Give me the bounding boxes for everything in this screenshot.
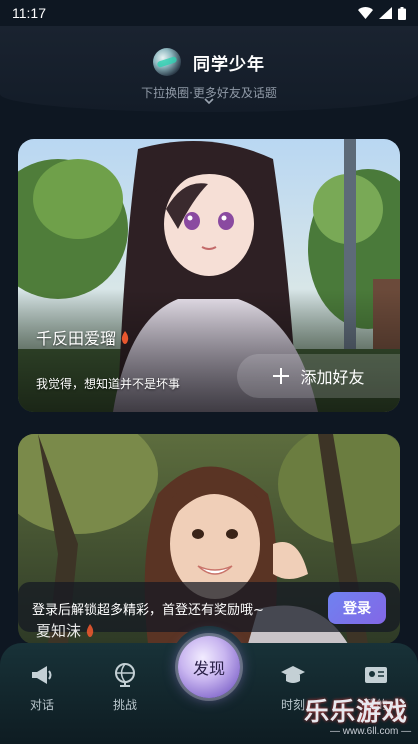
globe-icon <box>115 663 135 687</box>
site-watermark: 乐乐游戏 — www.6ll.com — <box>304 692 418 744</box>
wifi-icon <box>358 7 373 19</box>
nav-item-challenge[interactable]: 挑战 <box>95 662 155 713</box>
profile-bio: 我觉得，想知道并不是坏事 <box>36 377 181 391</box>
flame-icon <box>121 330 129 344</box>
app-logo-icon <box>153 48 181 76</box>
watermark-title: 乐乐游戏 <box>304 697 409 726</box>
app-title: 同学少年 <box>193 54 265 75</box>
login-button[interactable]: 登录 <box>328 592 386 624</box>
megaphone-icon <box>32 666 52 684</box>
chevron-down-icon <box>204 98 214 105</box>
status-bar: 11:17 <box>0 0 418 26</box>
plus-icon <box>273 368 290 384</box>
add-friend-label: 添加好友 <box>300 368 365 387</box>
header-title-row: 同学少年 <box>0 48 418 76</box>
add-friend-button[interactable]: 添加好友 <box>237 354 400 398</box>
graduation-cap-icon <box>281 666 305 683</box>
profile-card[interactable]: 千反田爱瑠 我觉得，想知道并不是坏事 添加好友 <box>18 139 400 412</box>
app-header: 同学少年 下拉换圈·更多好友及话题 <box>0 26 418 112</box>
signal-icon <box>379 7 392 19</box>
status-icons <box>358 6 406 20</box>
discover-button[interactable]: 发现 <box>178 636 240 698</box>
id-card-icon <box>365 667 387 683</box>
watermark-url: — www.6ll.com — <box>330 726 412 737</box>
login-promo-text: 登录后解锁超多精彩，首登还有奖励哦~ <box>32 603 264 618</box>
battery-icon <box>398 6 406 20</box>
flame-icon <box>86 624 94 637</box>
nav-item-chat[interactable]: 对话 <box>12 662 72 713</box>
clock: 11:17 <box>12 5 46 21</box>
profile-name: 夏知沫 <box>36 620 95 641</box>
profile-name: 千反田爱瑠 <box>36 325 130 349</box>
